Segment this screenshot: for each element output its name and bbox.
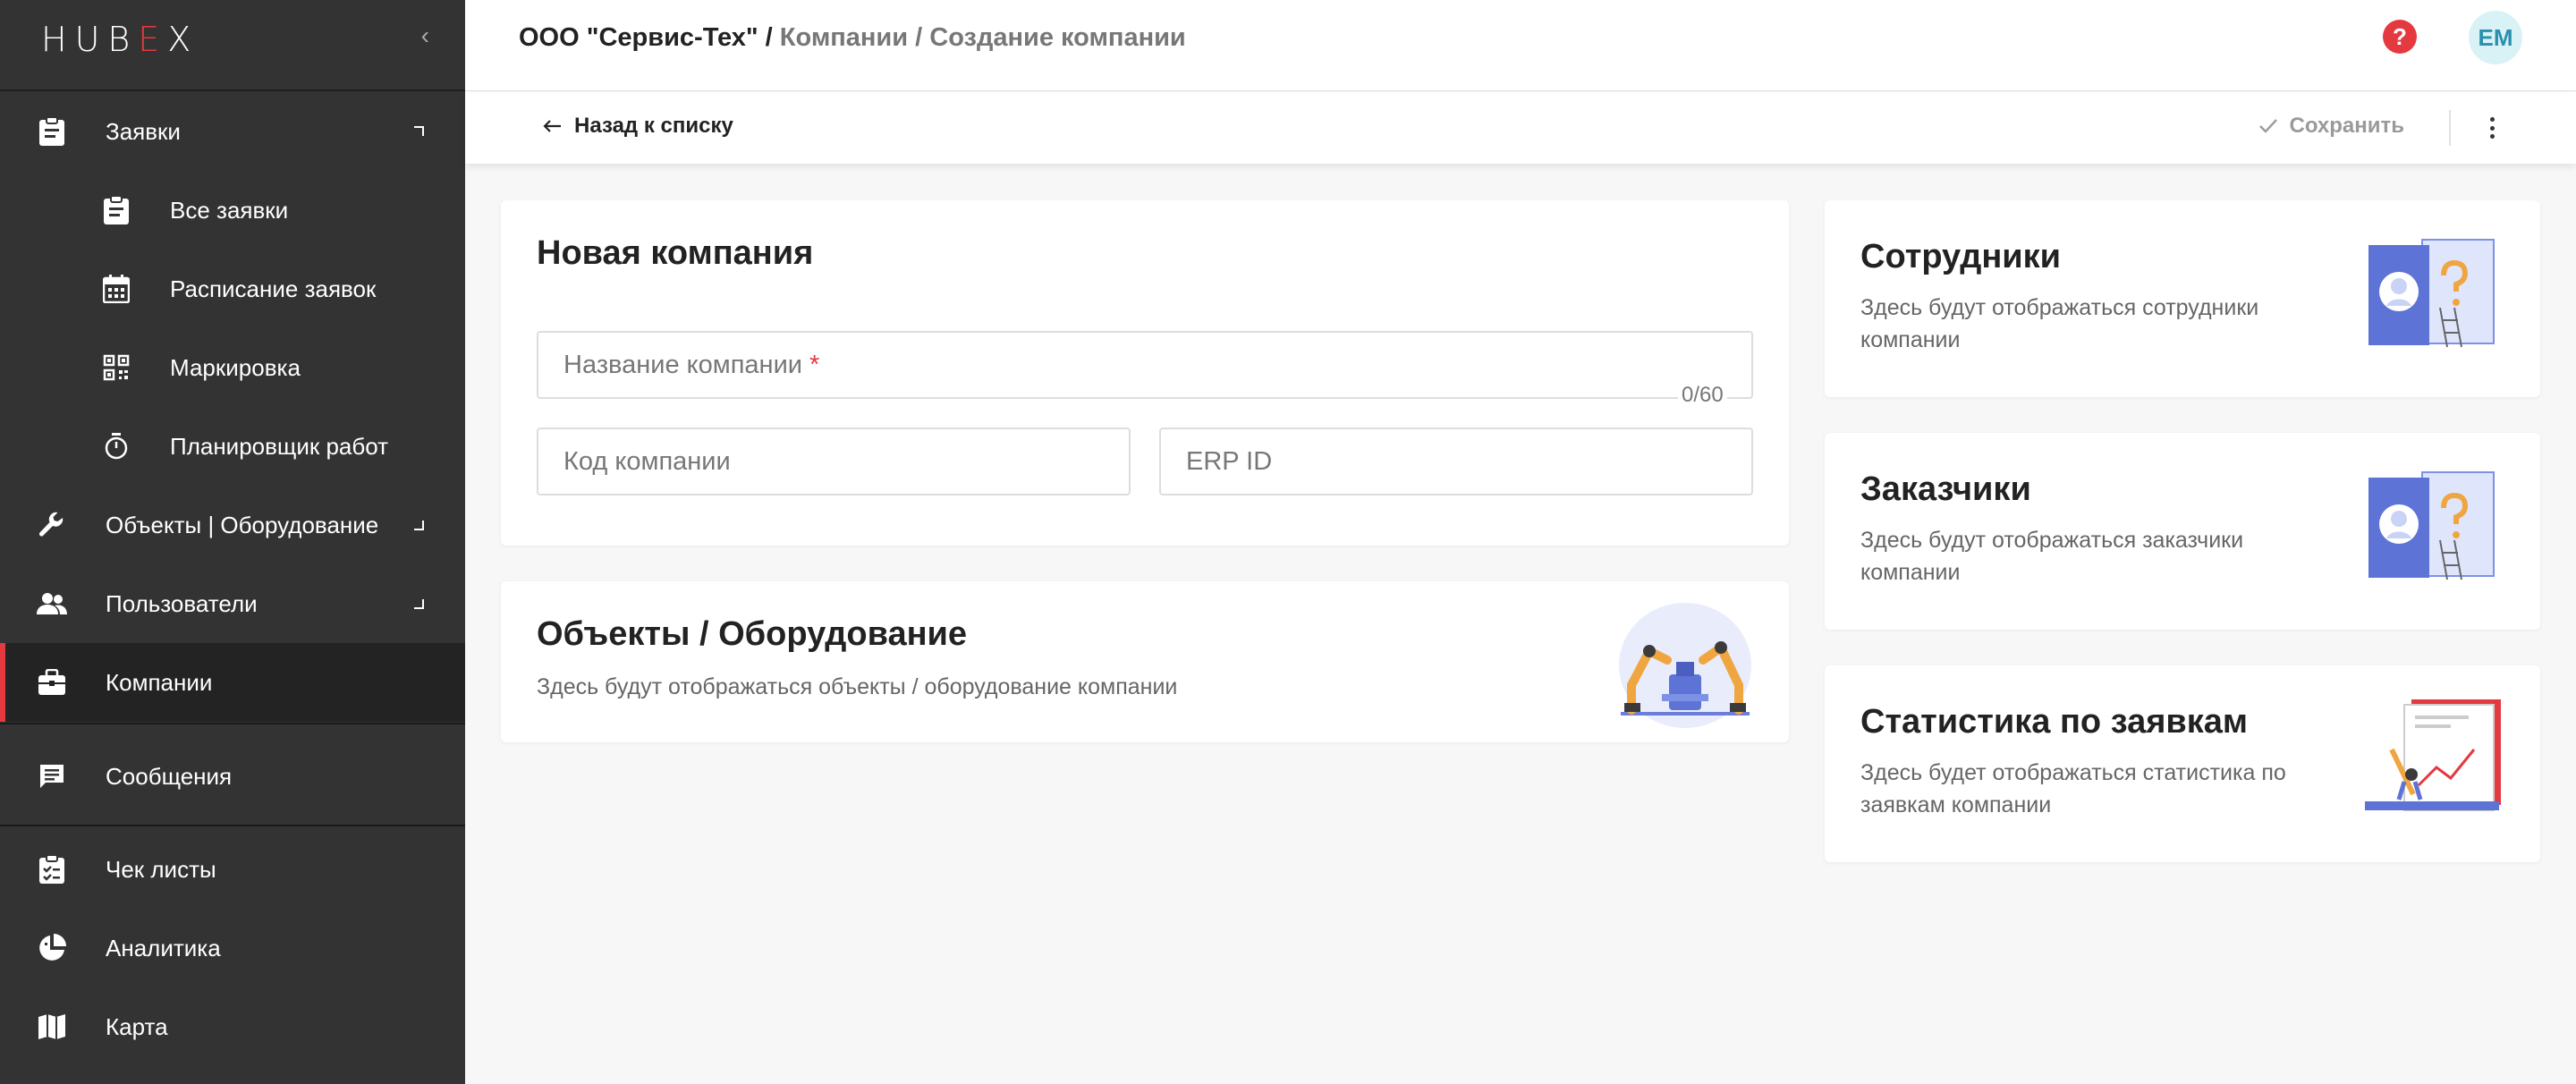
logo-text-right: X	[167, 20, 199, 59]
sidebar-divider	[0, 825, 465, 826]
sidebar-item-label: Пользователи	[106, 589, 258, 617]
timer-icon	[100, 430, 132, 462]
pie-chart-icon	[36, 932, 68, 964]
chevron-down-icon	[414, 521, 424, 530]
map-icon	[36, 1011, 68, 1043]
avatar[interactable]: EM	[2469, 11, 2522, 64]
card-title: Новая компания	[537, 234, 814, 272]
sidebar-item-companies[interactable]: Компании	[0, 643, 465, 722]
breadcrumb-path: Компании / Создание компании	[779, 23, 1186, 52]
check-icon	[2259, 119, 2278, 133]
wrench-icon	[36, 509, 68, 541]
sidebar-item-label: Заявки	[106, 117, 181, 145]
back-to-list-button[interactable]: Назад к списку	[542, 114, 733, 139]
company-code-placeholder: Код компании	[564, 447, 731, 476]
sidebar-item-label: Все заявки	[170, 196, 289, 224]
char-counter: 0/60	[1678, 383, 1727, 408]
sidebar-item-label: Объекты | Оборудование	[106, 511, 379, 538]
help-icon[interactable]: ?	[2383, 20, 2417, 54]
logo[interactable]: HUBEX	[41, 20, 199, 59]
erp-id-field[interactable]: ERP ID	[1159, 428, 1753, 495]
sidebar-item-requests[interactable]: Заявки	[0, 92, 465, 171]
sidebar-item-work-planner[interactable]: Планировщик работ	[0, 407, 465, 486]
employees-illustration	[2368, 239, 2495, 348]
statistics-illustration	[2365, 699, 2501, 811]
back-label: Назад к списку	[574, 114, 733, 138]
sidebar: HUBEX ‹ Заявки Все заявки Расписание зая…	[0, 0, 465, 1084]
chevron-up-icon	[414, 126, 424, 136]
company-code-field[interactable]: Код компании	[537, 428, 1131, 495]
sidebar-header: HUBEX ‹	[0, 0, 465, 91]
sidebar-item-objects-equipment[interactable]: Объекты | Оборудование	[0, 486, 465, 564]
briefcase-icon	[36, 666, 68, 699]
robot-arms-illustration	[1619, 603, 1751, 728]
new-company-card: Новая компания Название компании * 0/60 …	[501, 200, 1789, 546]
sidebar-item-marking[interactable]: Маркировка	[0, 328, 465, 407]
sidebar-divider	[0, 723, 465, 724]
more-options-icon[interactable]	[2483, 112, 2501, 144]
required-marker: *	[809, 351, 820, 379]
qr-code-icon	[100, 351, 132, 384]
sidebar-item-label: Планировщик работ	[170, 432, 389, 460]
sidebar-item-label: Расписание заявок	[170, 275, 377, 302]
sidebar-item-users[interactable]: Пользователи	[0, 564, 465, 643]
card-description: Здесь будут отображаться объекты / обору…	[537, 674, 1178, 699]
card-title: Объекты / Оборудование	[537, 615, 968, 653]
sidebar-item-map[interactable]: Карта	[0, 987, 465, 1066]
breadcrumb-company[interactable]: ООО "Сервис-Тех" /	[519, 23, 773, 52]
logo-text-accent: E	[138, 20, 168, 59]
calendar-icon	[100, 273, 132, 305]
customers-illustration	[2368, 471, 2495, 580]
sidebar-item-label: Компании	[106, 668, 213, 696]
card-title: Статистика по заявкам	[1860, 703, 2249, 741]
objects-equipment-card: Объекты / Оборудование Здесь будут отобр…	[501, 581, 1789, 742]
message-icon	[36, 760, 68, 792]
users-icon	[36, 588, 68, 620]
card-description: Здесь будут отображаться сотрудники комп…	[1860, 295, 2259, 352]
sidebar-item-label: Маркировка	[170, 353, 301, 381]
sidebar-item-label: Сообщения	[106, 762, 233, 790]
collapse-sidebar-icon[interactable]: ‹	[421, 21, 429, 50]
save-button[interactable]: Сохранить	[2258, 114, 2404, 139]
toolbar-divider	[2449, 110, 2451, 146]
card-description: Здесь будет отображаться статистика по з…	[1860, 760, 2286, 817]
sidebar-item-checklists[interactable]: Чек листы	[0, 830, 465, 909]
action-bar: Назад к списку Сохранить	[465, 92, 2576, 164]
customers-card: Заказчики Здесь будут отображаться заказ…	[1825, 433, 2540, 630]
company-name-placeholder: Название компании *	[564, 351, 820, 379]
top-bar: ООО "Сервис-Тех" / Компании / Создание к…	[465, 0, 2576, 91]
sidebar-item-label: Чек листы	[106, 855, 216, 883]
checklist-icon	[36, 853, 68, 885]
save-label: Сохранить	[2289, 114, 2404, 138]
company-name-field[interactable]: Название компании *	[537, 331, 1753, 399]
sidebar-item-schedule[interactable]: Расписание заявок	[0, 250, 465, 328]
clipboard-icon	[36, 115, 68, 148]
request-statistics-card: Статистика по заявкам Здесь будет отобра…	[1825, 665, 2540, 862]
sidebar-item-label: Аналитика	[106, 934, 221, 961]
clipboard-icon	[100, 194, 132, 226]
logo-text-left: HUB	[41, 20, 139, 59]
card-title: Сотрудники	[1860, 238, 2062, 275]
sidebar-item-all-requests[interactable]: Все заявки	[0, 171, 465, 250]
card-title: Заказчики	[1860, 470, 2031, 508]
breadcrumb: ООО "Сервис-Тех" / Компании / Создание к…	[519, 23, 1186, 53]
arrow-left-icon	[543, 120, 561, 132]
sidebar-item-messages[interactable]: Сообщения	[0, 737, 465, 816]
erp-id-placeholder: ERP ID	[1186, 447, 1273, 476]
employees-card: Сотрудники Здесь будут отображаться сотр…	[1825, 200, 2540, 397]
sidebar-item-label: Карта	[106, 1012, 168, 1040]
chevron-down-icon	[414, 599, 424, 609]
sidebar-item-analytics[interactable]: Аналитика	[0, 909, 465, 987]
card-description: Здесь будут отображаться заказчики компа…	[1860, 528, 2244, 585]
